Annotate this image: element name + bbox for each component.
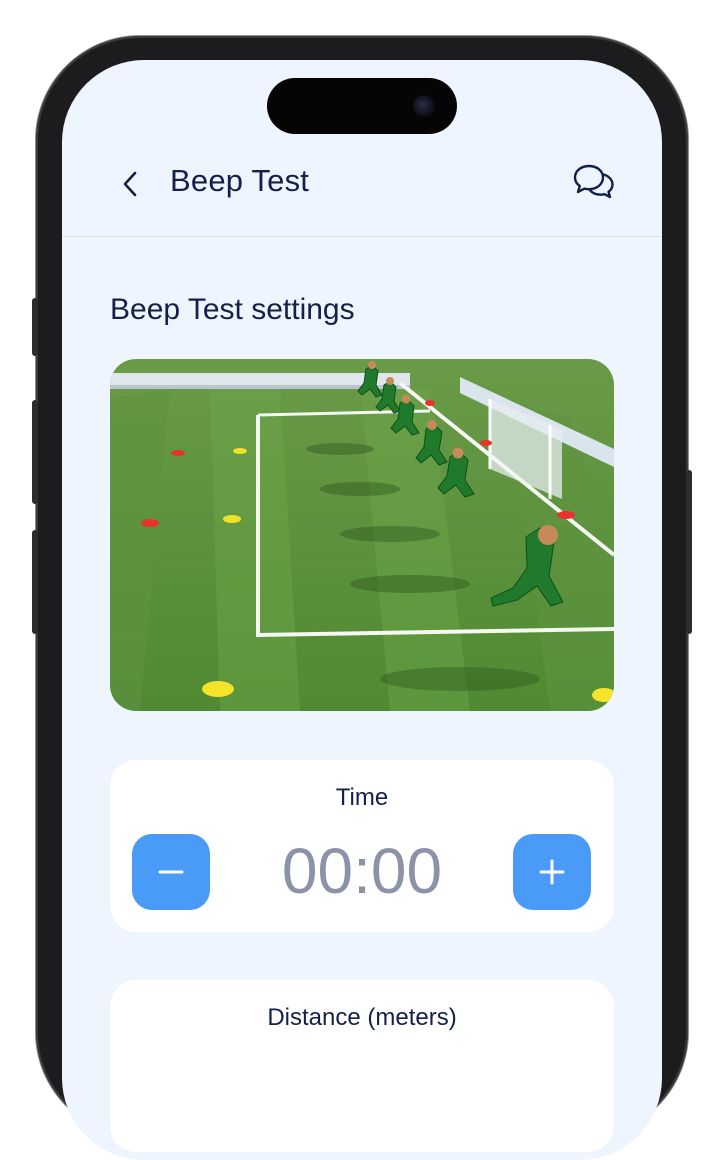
section-title: Beep Test settings <box>110 293 355 326</box>
time-card: Time 00:00 <box>110 760 614 932</box>
distance-label: Distance (meters) <box>267 1004 457 1031</box>
page-title: Beep Test <box>170 163 310 198</box>
top-navigation-bar: Beep Test <box>62 150 662 237</box>
time-label: Time <box>335 784 389 811</box>
distance-card: Distance (meters) <box>110 980 614 1152</box>
plus-icon <box>539 859 565 885</box>
increase-time-button[interactable] <box>513 834 591 910</box>
chat-bubbles-icon <box>573 164 614 199</box>
chat-button[interactable] <box>572 162 616 202</box>
camera-icon <box>413 95 435 117</box>
back-button[interactable] <box>114 166 150 202</box>
volume-down-button <box>32 530 38 634</box>
action-button <box>32 298 38 356</box>
app-screen: Beep Test Beep Test settings Time 00:00 … <box>62 60 662 1160</box>
dynamic-island <box>267 78 457 134</box>
runners-illustration <box>110 359 614 711</box>
beep-test-preview-image <box>110 359 614 711</box>
chevron-left-icon <box>123 171 137 197</box>
power-button <box>686 470 692 634</box>
volume-up-button <box>32 400 38 504</box>
